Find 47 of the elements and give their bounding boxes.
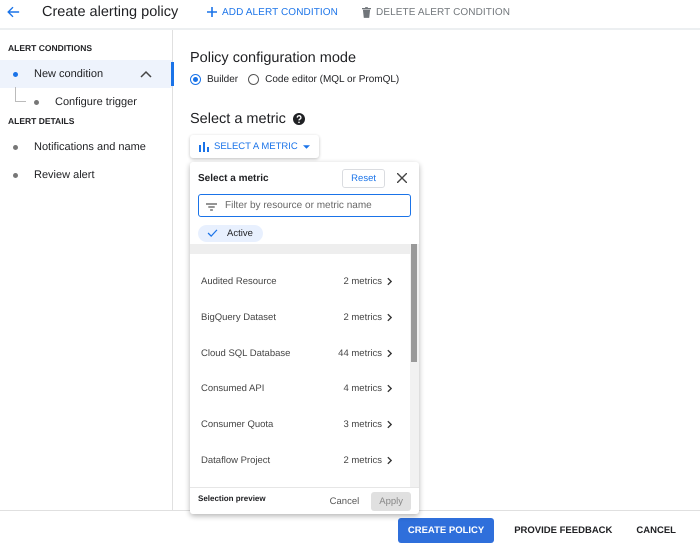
chevron-right-icon (387, 384, 392, 394)
dropdown-arrow-icon (302, 144, 310, 148)
filter-field[interactable]: Filter by resource or metric name (198, 194, 411, 217)
resource-row[interactable]: Consumed API 4 metrics (190, 371, 410, 407)
check-icon (207, 229, 218, 237)
reset-button[interactable]: Reset (342, 168, 385, 188)
resource-row[interactable]: Dataflow Project 2 metrics (190, 442, 410, 478)
resource-row[interactable]: Audited Resource 2 metrics (190, 264, 410, 300)
chevron-up-icon[interactable] (140, 70, 152, 78)
radio-button[interactable] (190, 74, 201, 85)
create-button[interactable]: CREATE POLICY (398, 518, 494, 542)
chevron-right-icon (387, 348, 392, 358)
page-title: Create alerting policy (42, 4, 180, 20)
filter-icon (206, 202, 217, 210)
radio-option[interactable]: Code editor (MQL or PromQL) (248, 74, 400, 85)
sidebar-item[interactable]: New condition (0, 60, 172, 88)
resource-row[interactable]: Consumer Quota 3 metrics (190, 406, 410, 442)
back-arrow-icon[interactable] (6, 5, 20, 19)
footer-button[interactable]: CANCEL (626, 518, 686, 542)
sidebar-item[interactable]: Notifications and name (0, 133, 172, 161)
sidebar-item[interactable]: Configure trigger (0, 88, 172, 116)
resource-row[interactable]: BigQuery Dataset 2 metrics (190, 300, 410, 336)
radio-button[interactable] (248, 74, 260, 85)
help-icon[interactable] (292, 113, 305, 125)
close-icon[interactable] (397, 173, 407, 183)
plus-icon (207, 7, 217, 17)
chevron-right-icon (387, 456, 392, 465)
chevron-right-icon (387, 313, 392, 322)
trash-icon (362, 6, 371, 18)
radio-option[interactable]: Builder (190, 74, 238, 85)
section-heading: ALERT DETAILS (7, 116, 76, 128)
filter-chip[interactable]: Active (198, 224, 263, 242)
select-metric-button[interactable]: SELECT A METRIC (190, 135, 319, 158)
popup-title: Select a metric (198, 172, 270, 184)
toolbar-button[interactable]: ADD ALERT CONDITION (207, 6, 338, 18)
cancel-button[interactable]: Cancel (324, 494, 366, 508)
bar-chart-icon (199, 142, 209, 152)
chevron-right-icon (387, 277, 392, 286)
resource-row[interactable]: Cloud SQL Database 44 metrics (190, 335, 410, 372)
selection-preview-label: Selection preview (198, 494, 267, 503)
section-title: Policy configuration mode (190, 50, 358, 66)
footer-button[interactable]: PROVIDE FEEDBACK (504, 518, 622, 542)
scrollbar-thumb[interactable] (411, 244, 417, 362)
section-heading: ALERT CONDITIONS (7, 43, 94, 55)
sidebar-item[interactable]: Review alert (0, 161, 172, 189)
chevron-right-icon (387, 420, 392, 430)
section-title: Select a metric (190, 111, 286, 127)
